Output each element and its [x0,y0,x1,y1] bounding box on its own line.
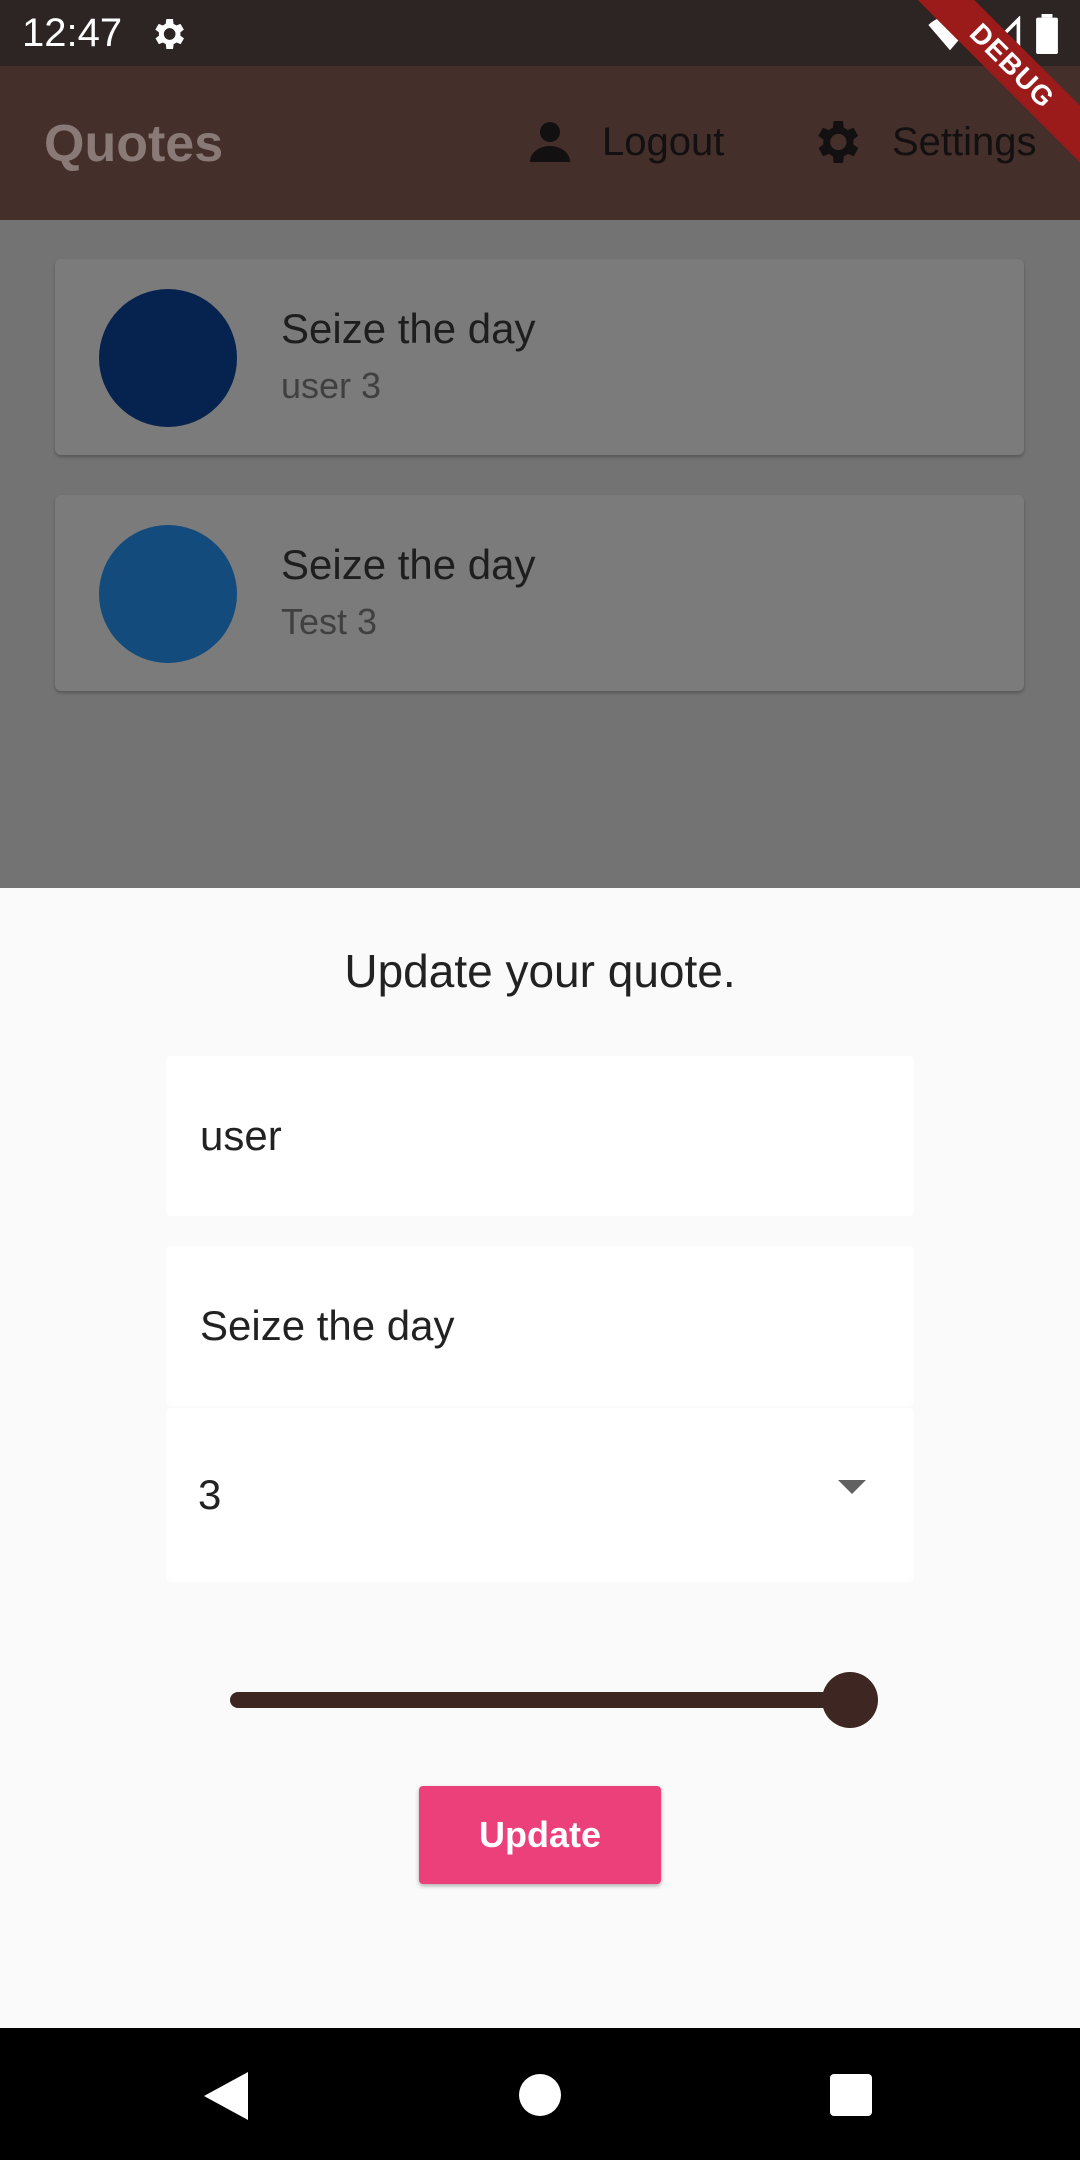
avatar [99,289,237,427]
status-time: 12:47 [22,11,123,55]
app-title: Quotes [44,115,224,173]
quote-field[interactable] [166,1246,914,1406]
logout-button[interactable]: Logout [526,110,724,174]
update-quote-sheet: Update your quote. 3 Update [0,888,1080,2028]
slider-thumb[interactable] [822,1672,878,1728]
slider-track[interactable] [230,1692,850,1708]
quote-author: Test 3 [281,601,378,642]
sheet-title: Update your quote. [344,945,736,997]
back-icon[interactable] [204,2072,248,2120]
status-bar: 12:47 [0,0,1080,66]
gear-icon [818,121,859,163]
name-input[interactable] [198,1111,914,1161]
navigation-bar [0,2028,1080,2160]
app-bar: Quotes Logout Settings [0,66,1080,220]
quote-list: Seize the day user 3 Seize the day Test … [0,220,1080,888]
settings-label: Settings [892,119,1037,164]
list-item[interactable]: Seize the day Test 3 [55,495,1024,691]
update-button[interactable]: Update [419,1786,661,1884]
name-field[interactable] [166,1056,914,1216]
settings-button[interactable]: Settings [808,110,1037,174]
logout-label: Logout [602,119,725,164]
quote-input[interactable] [198,1301,914,1351]
quote-title: Seize the day [281,541,536,588]
dropdown-arrow-icon [838,1480,866,1494]
rating-selected-value: 3 [198,1471,222,1518]
rating-slider[interactable] [230,1668,878,1728]
settings-notification-icon [155,19,184,49]
list-item[interactable]: Seize the day user 3 [55,259,1024,455]
battery-icon [1036,14,1058,54]
rating-dropdown[interactable]: 3 [166,1408,914,1582]
recents-icon[interactable] [830,2074,872,2116]
person-icon [530,122,570,162]
home-icon[interactable] [519,2074,561,2116]
quote-title: Seize the day [281,305,536,352]
avatar [99,525,237,663]
quote-author: user 3 [281,365,382,406]
